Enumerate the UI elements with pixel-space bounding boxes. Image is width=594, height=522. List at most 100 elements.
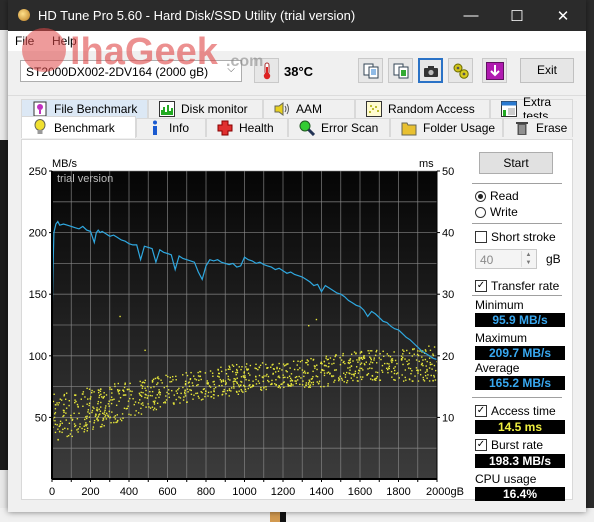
access-time-point [88,404,90,407]
access-time-point [68,404,70,407]
access-time-point [67,434,70,437]
access-time-point [312,370,314,373]
y-right-tick-label: 30 [442,289,454,301]
access-time-point [272,368,275,370]
access-time-point [408,352,411,354]
access-time-point [360,357,362,360]
access-time-point [100,396,103,398]
access-time-point [129,397,131,400]
access-time-point [367,368,369,370]
access-time-point [429,361,431,364]
access-time-point [271,379,273,382]
access-time-point [74,399,76,401]
access-time-point [347,361,350,364]
access-time-point [265,375,267,377]
access-time-point [328,362,330,365]
short-stroke-checkbox[interactable]: Short stroke [475,230,556,244]
read-radio[interactable]: Read [475,189,519,203]
access-time-point [86,430,88,432]
access-time-point [87,411,89,413]
access-time-checkbox[interactable]: ✓ Access time [475,404,556,418]
access-time-point [278,376,281,379]
access-time-point [220,370,223,373]
access-time-point [149,390,151,393]
access-time-point [228,395,230,397]
access-time-point [158,391,161,393]
write-radio[interactable]: Write [475,205,518,219]
transfer-rate-checkbox[interactable]: ✓ Transfer rate [475,279,559,293]
transfer-rate-box[interactable]: ✓ [475,280,487,292]
access-time-point [184,395,187,397]
access-time-point [308,381,310,384]
short-stroke-stepper[interactable]: 40 ▲ ▼ [475,249,537,269]
trial-version-watermark: trial version [57,173,113,185]
access-time-point [285,364,287,366]
access-time-point [94,415,97,418]
burst-rate-box[interactable]: ✓ [475,439,487,451]
access-time-point [96,418,98,420]
access-time-point [177,389,179,391]
access-time-point [305,384,308,386]
access-time-point [242,384,245,387]
access-time-point [297,368,299,371]
access-time-point [247,387,250,390]
access-time-point [344,362,346,365]
access-time-point [240,368,242,371]
access-time-point [321,369,323,372]
access-time-point [110,396,113,398]
access-time-point [65,407,68,409]
access-time-point [88,402,91,405]
short-stroke-box[interactable] [475,231,487,243]
access-time-point [222,379,224,381]
access-time-point [116,421,118,423]
y-right-tick-label: 10 [442,412,454,424]
tab-benchmark[interactable]: Benchmark [21,116,136,138]
short-stroke-unit: gB [546,252,561,266]
access-time-point [381,364,384,367]
access-time-point [335,369,337,371]
access-time-point [255,378,257,381]
burst-rate-checkbox[interactable]: ✓ Burst rate [475,438,543,452]
access-time-point [97,419,100,421]
stepper-arrows-icon[interactable]: ▲ ▼ [521,251,535,267]
access-time-point [288,375,291,377]
access-time-point [144,396,146,399]
access-time-point [140,407,142,410]
access-time-point [258,366,261,368]
access-time-point [422,376,424,379]
access-time-point [432,380,434,382]
access-time-box[interactable]: ✓ [475,405,487,417]
start-button[interactable]: Start [479,152,553,174]
access-time-point [111,392,113,394]
access-time-point [78,412,80,415]
access-time-point [315,375,317,377]
access-time-point [58,402,60,404]
write-radio-dot[interactable] [475,206,486,218]
access-time-point [421,362,423,365]
access-time-point [363,355,365,357]
access-time-point [141,402,144,404]
read-radio-dot[interactable] [475,190,486,202]
access-time-point [363,357,365,360]
access-time-point [270,366,272,368]
access-time-point [422,364,424,367]
access-time-point [152,378,155,381]
access-time-point [426,360,428,363]
access-time-point [228,389,231,392]
access-time-point [237,393,240,395]
access-time-point [361,358,364,360]
access-time-point [371,375,374,377]
access-time-point [274,383,276,385]
access-time-point [325,357,327,359]
access-time-point [376,362,378,364]
access-time-point [120,419,123,422]
access-time-point [295,380,297,382]
access-time-point [205,390,207,393]
access-time-point [59,423,61,425]
access-time-point [353,375,355,377]
access-time-point [315,318,318,321]
access-time-point [158,389,160,391]
maximum-readout: 209.7 MB/s [475,346,565,360]
access-time-point [61,422,63,424]
access-time-point [300,377,302,379]
